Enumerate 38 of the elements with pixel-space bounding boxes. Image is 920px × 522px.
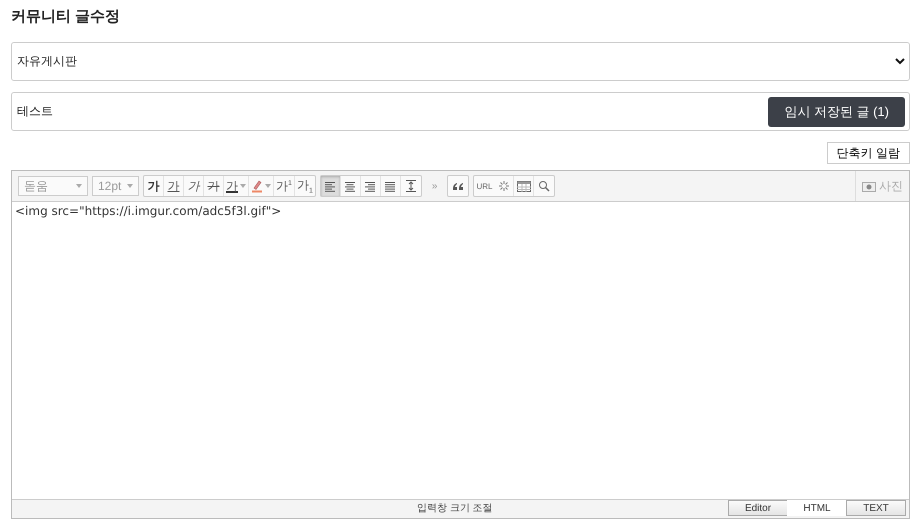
highlight-button[interactable]	[249, 176, 274, 196]
draft-button[interactable]: 임시 저장된 글 (1)	[768, 96, 905, 126]
table-button[interactable]	[514, 176, 534, 196]
shortcut-button[interactable]: 단축키 일람	[826, 142, 910, 164]
caret-icon	[127, 184, 133, 188]
page-title: 커뮤니티 글수정	[11, 7, 122, 27]
color-button[interactable]: 가	[224, 176, 249, 196]
editor-text-area[interactable]: <img src="https://i.imgur.com/adc5f3l.gif">	[12, 202, 909, 499]
mode-tab[interactable]: HTML	[787, 500, 847, 516]
search-icon	[538, 180, 550, 192]
align-right-icon	[364, 179, 376, 193]
bold-button[interactable]: 가	[144, 176, 164, 196]
mode-tab[interactable]: TEXT	[846, 500, 906, 516]
chevron-down-icon	[895, 58, 905, 65]
highlighter-icon	[251, 179, 263, 193]
board-select[interactable]: 자유게시판	[11, 42, 910, 81]
line-height-icon	[404, 179, 417, 193]
link-button[interactable]: URL	[474, 176, 494, 196]
resize-handle[interactable]: 입력창 크기 조절	[417, 501, 493, 515]
underline-button[interactable]: 가	[164, 176, 184, 196]
caret-icon	[265, 184, 271, 188]
mode-tab[interactable]: Editor	[728, 500, 788, 516]
select-value: 자유게시판	[17, 53, 77, 70]
align-left-icon	[324, 179, 336, 193]
alignleft-button[interactable]	[320, 176, 341, 196]
justify-icon	[384, 179, 396, 193]
caret-icon	[240, 184, 246, 188]
quote-icon	[452, 180, 464, 192]
strike-button[interactable]: 가	[204, 176, 224, 196]
camera-icon	[862, 180, 876, 192]
caret-icon	[76, 184, 82, 188]
format-button[interactable]: 가$^{1}$	[274, 176, 295, 196]
title-field[interactable]: 테스트	[17, 103, 53, 120]
format-button[interactable]: 가$_{1}$	[294, 176, 315, 196]
table-icon	[516, 180, 531, 192]
italic-button[interactable]: 가	[184, 176, 204, 196]
asterisk-icon	[498, 180, 510, 192]
align-center-icon	[344, 179, 356, 193]
